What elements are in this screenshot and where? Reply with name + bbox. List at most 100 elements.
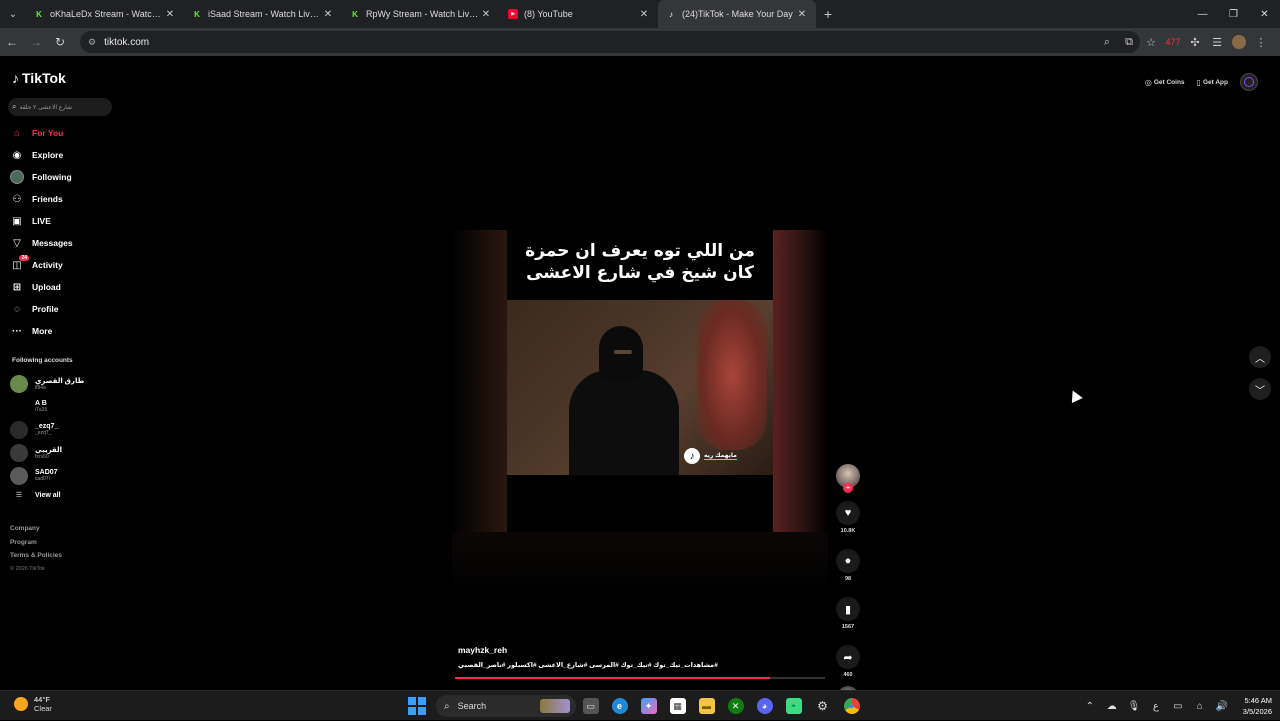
comment-icon[interactable]: ● (836, 549, 860, 573)
browser-tab[interactable]: ▶ (8) YouTube ✕ (500, 0, 658, 28)
browser-menu-icon[interactable]: ⋮ (1250, 36, 1272, 49)
get-app-button[interactable]: ▯ Get App (1191, 72, 1234, 92)
task-view-icon[interactable]: ▭ (576, 694, 605, 718)
sidebar-item-friends[interactable]: ⚇ Friends (10, 188, 110, 210)
taskbar-search[interactable]: ⌕ Search (436, 695, 576, 717)
chrome-icon[interactable]: ● (837, 694, 866, 718)
xbox-icon[interactable]: ✕ (721, 694, 750, 718)
copilot-icon[interactable]: ✦ (634, 694, 663, 718)
footer-link[interactable]: Terms & Policies (10, 552, 62, 566)
creator-avatar[interactable]: + (836, 464, 860, 493)
heart-icon[interactable]: ♥ (836, 501, 860, 525)
get-coins-button[interactable]: ◎ Get Coins (1139, 72, 1191, 92)
browser-tab[interactable]: ♪ (24)TikTok - Make Your Day ✕ (658, 0, 816, 28)
sidebar-item-more[interactable]: ··· More (10, 320, 110, 342)
file-explorer-icon[interactable]: ▬ (692, 694, 721, 718)
clock[interactable]: 5:46 AM 3/5/2026 (1243, 695, 1272, 717)
reading-list-icon[interactable]: ☰ (1206, 36, 1228, 49)
extensions-puzzle-icon[interactable]: ✣ (1184, 36, 1206, 49)
sidebar-item-explore[interactable]: ◉ Explore (10, 144, 110, 166)
account-username: _ezq7_ (35, 430, 52, 436)
avatar (10, 420, 28, 439)
sidebar-item-following[interactable]: Following (10, 166, 110, 188)
video-figure-head (599, 326, 643, 382)
forward-button[interactable]: → (24, 28, 48, 56)
tab-close-icon[interactable]: ✕ (480, 9, 492, 20)
tab-close-icon[interactable]: ✕ (322, 9, 334, 20)
taskbar-search-icon: ⌕ (444, 700, 450, 712)
tab-close-icon[interactable]: ✕ (796, 9, 808, 20)
reload-button[interactable]: ↻ (48, 28, 72, 56)
browser-tab-bar: ⌄ KoKhaLeDx Stream - Watch Live ✕ KiSaad S… (0, 0, 1280, 28)
new-tab-button[interactable]: + (816, 6, 840, 22)
close-window-button[interactable]: ✕ (1249, 0, 1280, 28)
site-info-icon[interactable]: ⚙ (88, 37, 96, 48)
weather-widget[interactable]: 44°F Clear (14, 695, 52, 713)
settings-gear-icon[interactable]: ⚙ (808, 694, 837, 718)
following-account[interactable]: طارق القصري lf94a (10, 372, 110, 395)
video-progress-bar[interactable] (455, 677, 825, 679)
minimize-button[interactable]: — (1187, 0, 1218, 28)
video-author[interactable]: mayhzk_reh (458, 645, 828, 659)
user-profile-button[interactable] (1240, 73, 1258, 91)
bookmark-icon[interactable]: ▮ (836, 597, 860, 621)
search-input[interactable]: ⌕ شارع الاعشى ٢ حلقة (8, 98, 112, 116)
sidebar-item-for-you[interactable]: ⌂ For You (10, 122, 110, 144)
extension-badge-icon[interactable]: 477 (1162, 37, 1184, 47)
follow-plus-icon[interactable]: + (843, 483, 853, 493)
following-account[interactable]: SAD07 sad07l (10, 464, 110, 487)
tab-search-button[interactable]: ⌄ (0, 0, 26, 28)
list-icon: ☰ (15, 492, 23, 499)
address-bar[interactable]: ⚙ tiktok.com (80, 31, 1140, 53)
zoom-icon[interactable]: ⌕ (1096, 36, 1118, 49)
microphone-icon[interactable]: 🎙 (1123, 701, 1145, 712)
edge-icon[interactable]: e (605, 694, 634, 718)
video-player[interactable]: من اللي توه يعرف ان حمزة كان شيخ في شارع… (452, 230, 828, 532)
onedrive-cloud-icon[interactable]: ☁ (1101, 701, 1123, 712)
browser-profile-avatar[interactable] (1232, 35, 1246, 49)
share-icon[interactable]: ➦ (836, 645, 860, 669)
volume-icon[interactable]: 🔊 (1211, 701, 1233, 712)
back-button[interactable]: ← (0, 28, 24, 56)
sidebar-item-profile[interactable]: ◌ Profile (10, 298, 110, 320)
previous-video-button[interactable]: ︿ (1249, 346, 1271, 368)
tab-close-icon[interactable]: ✕ (164, 9, 176, 20)
browser-tab[interactable]: KiSaad Stream - Watch Live on K✕ (184, 0, 342, 28)
footer-link[interactable]: Program (10, 539, 62, 553)
store-icon[interactable]: ▦ (663, 694, 692, 718)
bookmark-star-icon[interactable]: ☆ (1140, 36, 1162, 49)
toolbar-icons: ⌕ ⧉ ☆ 477 ✣ ☰ ⋮ (1096, 28, 1272, 56)
display-icon[interactable]: ▭ (1167, 701, 1189, 712)
video-figure-eyes (614, 350, 632, 354)
browser-tab[interactable]: K RpWy Stream - Watch Live on K✕ (342, 0, 500, 28)
copyright: © 2026 TikTok (10, 565, 45, 572)
tiktok-logo[interactable]: ♪ TikTok (12, 70, 66, 86)
video-actions: + ♥ 10.8K ● 98 ▮ 1567 ➦ 460 (836, 464, 860, 708)
following-account[interactable]: A Bi7a35 (10, 395, 110, 418)
language-indicator-icon[interactable]: ع (1145, 701, 1167, 712)
following-account[interactable]: القريبي fxrs60 (10, 441, 110, 464)
view-all-button[interactable]: ☰ View all (10, 487, 110, 503)
android-app-icon[interactable]: ◓ (779, 694, 808, 718)
like-action: ♥ 10.8K (836, 501, 860, 536)
video-caption: من اللي توه يعرف ان حمزة كان شيخ في شارع… (525, 241, 755, 283)
sidebar-item-upload[interactable]: ⊞ Upload (10, 276, 110, 298)
windows-start-icon[interactable] (408, 697, 426, 715)
network-icon[interactable]: ⌂ (1189, 701, 1211, 712)
restore-button[interactable]: ❐ (1218, 0, 1249, 28)
sidebar-item-live[interactable]: ▣ LIVE (10, 210, 110, 232)
install-app-icon[interactable]: ⧉ (1118, 36, 1140, 49)
video-hashtags[interactable]: #مشاهدات_تيك_توك #تيك_توك #المرسى #شارع_… (458, 661, 828, 669)
sidebar-item-messages[interactable]: ▽ Messages (10, 232, 110, 254)
share-count: 460 (843, 672, 853, 678)
footer-link[interactable]: Company (10, 525, 62, 539)
discord-icon[interactable]: ◕ (750, 694, 779, 718)
next-video-button[interactable]: ﹀ (1249, 378, 1271, 400)
sidebar-item-label: More (32, 326, 53, 336)
save-action: ▮ 1567 (836, 597, 860, 632)
browser-tab[interactable]: KoKhaLeDx Stream - Watch Live ✕ (26, 0, 184, 28)
following-account[interactable]: _ezq7_ _ezq7_ (10, 418, 110, 441)
tab-close-icon[interactable]: ✕ (638, 9, 650, 20)
tray-chevron-icon[interactable]: ⌃ (1079, 701, 1101, 712)
sidebar-item-activity[interactable]: ◫ 24 Activity (10, 254, 110, 276)
